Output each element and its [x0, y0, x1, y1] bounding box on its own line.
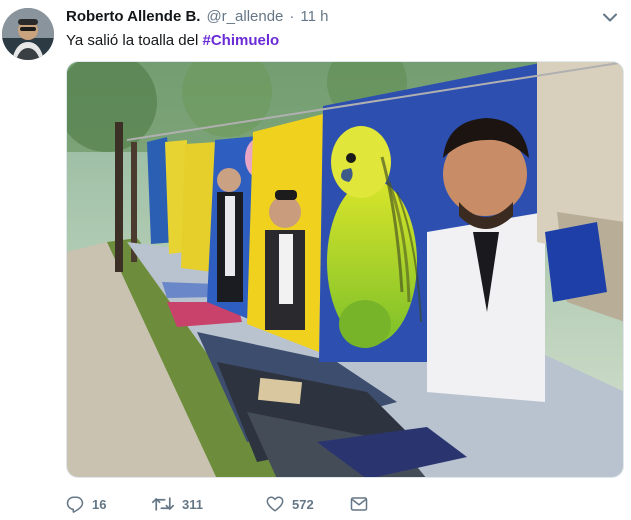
like-button[interactable]: 572 — [266, 495, 350, 513]
tweet-text-body: Ya salió la toalla del — [66, 32, 203, 49]
tweet-menu-button[interactable] — [601, 10, 619, 24]
photo-icon — [67, 62, 623, 477]
hashtag-link[interactable]: #Chimuelo — [202, 32, 279, 49]
reply-count: 16 — [92, 496, 107, 512]
tweet-actions: 16 311 572 — [66, 494, 368, 514]
author-display-name[interactable]: Roberto Allende B. — [66, 8, 200, 25]
tweet-header: Roberto Allende B. @r_allende · 11 h — [66, 8, 329, 28]
heart-icon — [266, 496, 284, 512]
chevron-down-icon — [603, 13, 617, 21]
reply-button[interactable]: 16 — [66, 495, 152, 513]
author-handle[interactable]: @r_allende — [206, 8, 283, 25]
retweet-count: 311 — [182, 496, 203, 512]
share-button[interactable] — [350, 496, 368, 512]
separator-dot: · — [289, 8, 295, 25]
retweet-button[interactable]: 311 — [152, 495, 266, 513]
envelope-icon — [350, 497, 368, 511]
tweet-timestamp[interactable]: 11 h — [300, 8, 328, 25]
avatar-image — [2, 8, 54, 60]
tweet-card: Roberto Allende B. @r_allende · 11 h Ya … — [0, 0, 631, 520]
avatar[interactable] — [2, 8, 54, 60]
like-count: 572 — [292, 496, 314, 512]
tweet-text: Ya salió la toalla del #Chimuelo — [66, 31, 279, 51]
retweet-icon — [152, 497, 174, 511]
reply-icon — [66, 496, 84, 513]
tweet-photo[interactable] — [66, 61, 624, 478]
